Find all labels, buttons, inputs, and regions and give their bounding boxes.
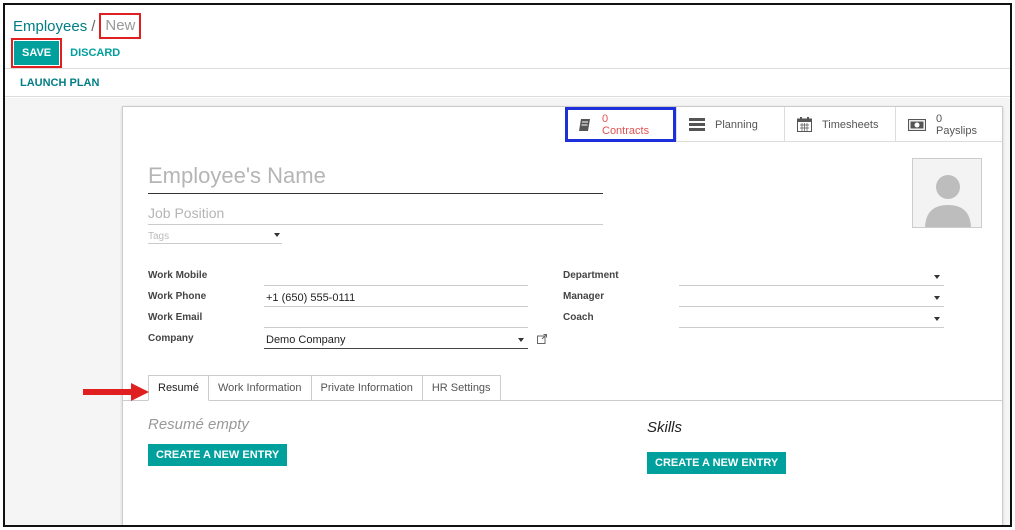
department-select[interactable]: [679, 266, 944, 286]
work-email-input[interactable]: [264, 308, 528, 328]
chevron-down-icon: [274, 233, 280, 237]
work-phone-input[interactable]: +1 (650) 555-0111: [264, 287, 528, 307]
manager-field: Manager: [563, 287, 944, 308]
resume-create-entry-button[interactable]: CREATE A NEW ENTRY: [148, 444, 288, 466]
chevron-down-icon: [934, 317, 940, 321]
payslips-label: Payslips: [936, 124, 977, 137]
timesheets-label: Timesheets: [822, 118, 879, 131]
tab-hr-settings[interactable]: HR Settings: [422, 375, 501, 401]
coach-field: Coach: [563, 308, 944, 329]
chevron-down-icon: [518, 338, 524, 342]
skills-create-entry-button[interactable]: CREATE A NEW ENTRY: [647, 452, 787, 474]
form-statusbar: LAUNCH PLAN: [5, 69, 1010, 97]
work-email-field: Work Email: [148, 308, 528, 329]
work-mobile-label: Work Mobile: [148, 270, 208, 281]
employee-name-input[interactable]: Employee's Name: [148, 163, 603, 194]
department-field: Department: [563, 266, 944, 287]
save-button[interactable]: SAVE: [14, 41, 60, 65]
coach-select[interactable]: [679, 308, 944, 328]
work-mobile-input[interactable]: [264, 266, 528, 286]
work-email-label: Work Email: [148, 312, 203, 323]
app-window: Employees / New SAVE DISCARD LAUNCH PLAN…: [3, 3, 1012, 527]
breadcrumb-current: New: [99, 13, 142, 39]
contracts-label: Contracts: [602, 124, 650, 137]
tab-resume[interactable]: Resumé: [148, 375, 209, 401]
coach-label: Coach: [563, 312, 594, 323]
payslips-count: 0: [936, 112, 943, 125]
tab-private-information[interactable]: Private Information: [311, 375, 423, 401]
contracts-count: 0: [602, 112, 609, 125]
tab-work-information[interactable]: Work Information: [208, 375, 312, 401]
chevron-down-icon: [934, 296, 940, 300]
avatar-placeholder-icon: [913, 159, 981, 227]
form-content: 0 Contracts Planning Timesheets 0 Paysli…: [5, 98, 1010, 525]
work-mobile-field: Work Mobile: [148, 266, 528, 287]
book-icon: [578, 118, 592, 132]
company-field: Company Demo Company: [148, 329, 553, 350]
company-label: Company: [148, 333, 194, 344]
work-phone-label: Work Phone: [148, 291, 207, 302]
tags-input[interactable]: Tags: [148, 231, 282, 244]
calendar-icon: [797, 117, 812, 132]
save-highlight: SAVE: [11, 38, 63, 68]
company-select[interactable]: Demo Company: [264, 329, 528, 349]
form-sheet: 0 Contracts Planning Timesheets 0 Paysli…: [122, 106, 1003, 525]
form-tabs: Resumé Work Information Private Informat…: [148, 375, 501, 401]
control-panel: Employees / New SAVE DISCARD: [5, 5, 1010, 69]
annotation-arrow-icon: [83, 383, 149, 401]
form-buttons: SAVE DISCARD: [11, 38, 120, 68]
manager-select[interactable]: [679, 287, 944, 307]
manager-label: Manager: [563, 291, 605, 302]
money-icon: [908, 118, 926, 131]
planning-smart-button[interactable]: Planning: [676, 107, 784, 142]
launch-plan-button[interactable]: LAUNCH PLAN: [20, 77, 99, 89]
job-position-input[interactable]: Job Position: [148, 205, 603, 225]
contracts-smart-button[interactable]: 0 Contracts: [565, 107, 676, 142]
resume-empty-text: Resumé empty: [148, 416, 249, 433]
list-icon: [689, 118, 705, 131]
external-link-icon[interactable]: [537, 333, 547, 347]
payslips-smart-button[interactable]: 0 Payslips: [895, 107, 1002, 142]
discard-button[interactable]: DISCARD: [70, 47, 120, 59]
employee-avatar[interactable]: [912, 158, 982, 228]
planning-label: Planning: [715, 118, 758, 131]
breadcrumb: Employees / New: [13, 13, 142, 39]
tags-placeholder: Tags: [148, 231, 170, 242]
breadcrumb-employees-link[interactable]: Employees: [13, 18, 87, 35]
department-label: Department: [563, 270, 619, 281]
work-phone-field: Work Phone +1 (650) 555-0111: [148, 287, 528, 308]
timesheets-smart-button[interactable]: Timesheets: [784, 107, 895, 142]
breadcrumb-separator: /: [91, 17, 96, 35]
company-value: Demo Company: [266, 334, 346, 346]
smart-button-box: 0 Contracts Planning Timesheets 0 Paysli…: [565, 107, 1002, 142]
chevron-down-icon: [934, 275, 940, 279]
skills-title: Skills: [647, 419, 683, 436]
